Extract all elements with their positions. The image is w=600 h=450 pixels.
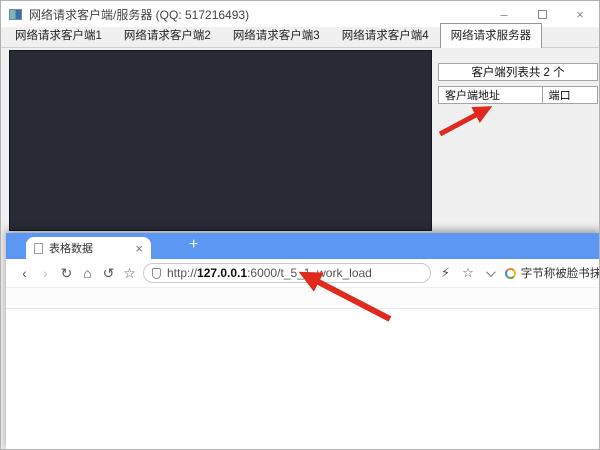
back-icon[interactable]: ‹: [14, 265, 35, 281]
address-bar[interactable]: http://127.0.0.1:6000/t_5_1_work_load: [143, 263, 431, 283]
client-address-header: 客户端地址: [438, 86, 543, 104]
recently-closed-icon[interactable]: ↺: [98, 265, 119, 282]
lightning-icon[interactable]: ⚡: [441, 265, 450, 281]
new-tab-button[interactable]: +: [189, 236, 198, 254]
tab-close-icon[interactable]: ×: [135, 242, 143, 255]
client-count-label: 客户端列表共 2 个: [438, 63, 598, 81]
browser-toolbar: ‹ › ↻ ⌂ ↺ ☆ http://127.0.0.1:6000/t_5_1_…: [6, 259, 600, 287]
tab-client-2[interactable]: 网络请求客户端2: [113, 23, 222, 47]
url-scheme: http://: [167, 266, 197, 280]
client-list-header: 客户端地址 端口: [438, 86, 598, 104]
favorite-star-icon[interactable]: ☆: [119, 265, 140, 282]
news-logo-icon: [505, 268, 516, 279]
close-button[interactable]: ×: [561, 1, 599, 27]
browser-content: [6, 309, 600, 450]
home-icon[interactable]: ⌂: [77, 265, 98, 281]
screen: 网络请求客户端/服务器 (QQ: 517216493) – × 网络请求客户端1…: [0, 0, 600, 450]
url-text: http://127.0.0.1:6000/t_5_1_work_load: [167, 266, 372, 280]
app-icon: [9, 9, 22, 20]
arrow-to-reply-data: [440, 109, 487, 134]
browser-window: 表格数据 × + ‹ › ↻ ⌂ ↺ ☆ http://127.0.0.1:60…: [6, 233, 600, 450]
url-host: 127.0.0.1: [197, 266, 247, 280]
app-window-title: 网络请求客户端/服务器 (QQ: 517216493): [29, 6, 249, 23]
toolbar-right: ⚡ ☆ 字节称被脸书抹黑: [441, 265, 600, 281]
news-headline[interactable]: 字节称被脸书抹黑: [521, 265, 600, 281]
url-path: :6000/t_5_1_work_load: [247, 266, 372, 280]
browser-tab-title: 表格数据: [49, 240, 131, 256]
chevron-down-icon[interactable]: [486, 267, 496, 277]
tab-server[interactable]: 网络请求服务器: [440, 23, 543, 48]
bookmarks-bar: [6, 287, 600, 309]
bookmark-star-icon[interactable]: ☆: [462, 265, 474, 281]
tab-client-4[interactable]: 网络请求客户端4: [331, 23, 440, 47]
reload-icon[interactable]: ↻: [56, 265, 77, 282]
server-log-console[interactable]: [9, 50, 432, 231]
tab-client-3[interactable]: 网络请求客户端3: [222, 23, 331, 47]
server-settings-panel: 客户端列表共 2 个 客户端地址 端口: [438, 49, 598, 104]
maximize-icon: [538, 10, 547, 19]
shield-icon: [152, 268, 161, 279]
browser-tab[interactable]: 表格数据 ×: [26, 237, 151, 259]
client-port-header: 端口: [543, 86, 598, 104]
tab-client-1[interactable]: 网络请求客户端1: [4, 23, 113, 47]
browser-tabbar: 表格数据 × +: [6, 233, 600, 259]
app-tabstrip: 网络请求客户端1网络请求客户端2网络请求客户端3网络请求客户端4网络请求服务器: [1, 27, 599, 48]
forward-icon[interactable]: ›: [35, 265, 56, 281]
page-icon: [34, 243, 43, 254]
